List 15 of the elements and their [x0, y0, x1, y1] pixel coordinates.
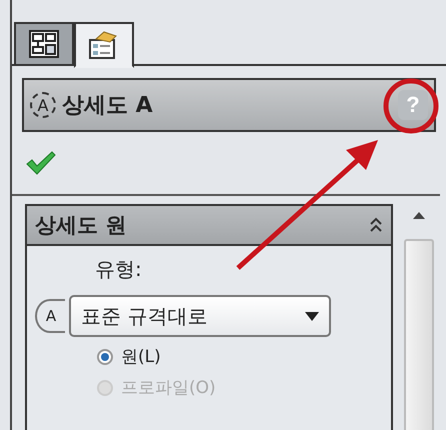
panel-tab[interactable] — [14, 22, 74, 64]
type-label: 유형: — [95, 256, 143, 283]
tree-icon — [29, 30, 59, 58]
properties-icon — [88, 30, 120, 60]
collapse-button[interactable] — [369, 217, 383, 233]
detail-view-icon: A — [30, 92, 56, 118]
group-title: 상세도 원 — [35, 212, 126, 239]
panel-title: 상세도 A — [62, 92, 153, 120]
panel-tab[interactable] — [74, 22, 134, 68]
type-dropdown[interactable]: 표준 규격대로 — [69, 295, 331, 337]
dropdown-caret-icon — [305, 312, 319, 320]
highlight-circle — [384, 78, 438, 134]
radio-option[interactable]: 원(L) — [97, 345, 391, 368]
ok-check-icon[interactable] — [26, 151, 56, 175]
scroll-up-arrow-icon[interactable] — [413, 212, 425, 219]
